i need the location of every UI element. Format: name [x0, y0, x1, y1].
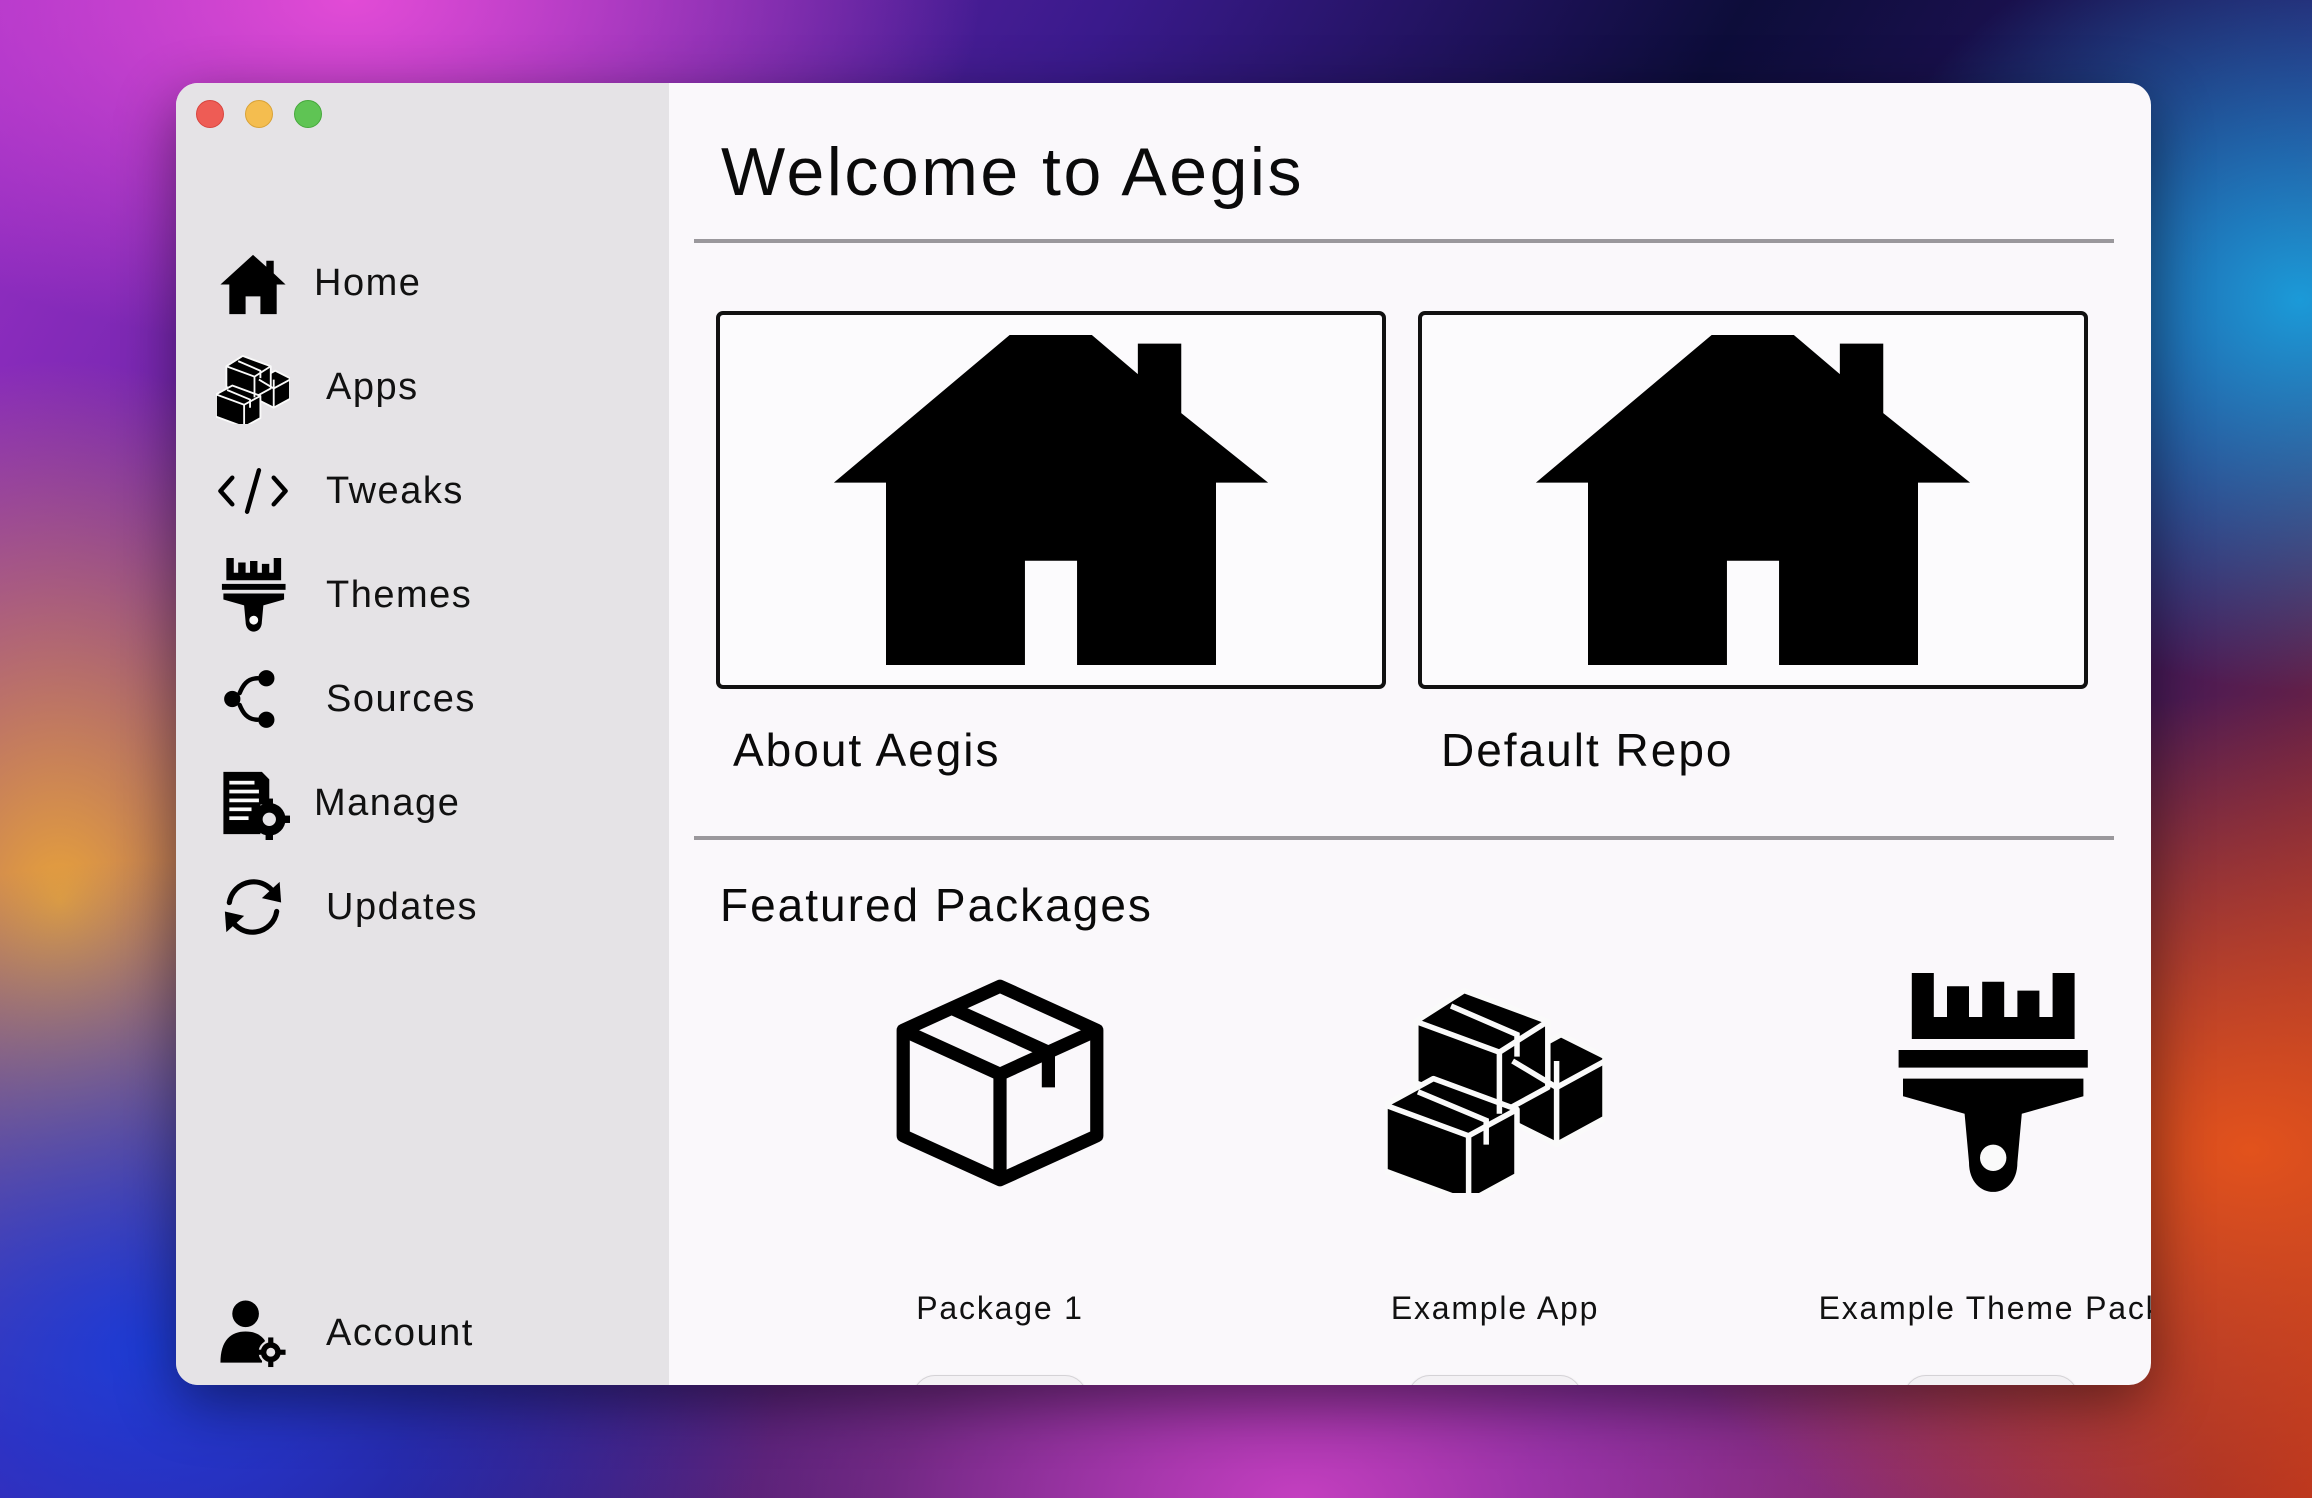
sidebar-item-sources[interactable]: Sources: [212, 659, 642, 739]
boxes-icon: [1385, 973, 1605, 1193]
user-gear-icon: [212, 1293, 294, 1373]
app-window: Home Apps Tweaks Themes Sources Manage U…: [176, 83, 2151, 1385]
zoom-window-button[interactable]: [294, 100, 322, 128]
package-name: Example Theme Pack: [1818, 1290, 2151, 1326]
paintbrush-icon: [1881, 973, 2101, 1193]
house-icon: [831, 335, 1271, 665]
page-title: Welcome to Aegis: [721, 134, 1305, 210]
get-button[interactable]: Get: [913, 1375, 1087, 1385]
get-button[interactable]: Get: [1408, 1375, 1582, 1385]
get-button[interactable]: Get: [1904, 1375, 2078, 1385]
box-icon: [890, 973, 1110, 1193]
paintbrush-icon: [212, 555, 294, 635]
featured-packages-title: Featured Packages: [720, 879, 1153, 931]
boxes-icon: [212, 347, 294, 427]
sidebar-item-label: Home: [314, 261, 422, 304]
package-name: Example App: [1390, 1290, 1600, 1326]
sidebar-item-account[interactable]: Account: [212, 1293, 642, 1373]
share-nodes-icon: [212, 659, 294, 739]
sidebar-item-label: Tweaks: [326, 469, 464, 512]
featured-package-card: Example Theme Pack Get: [1771, 973, 2151, 1385]
sidebar-item-label: Account: [326, 1311, 474, 1354]
sidebar-item-tweaks[interactable]: Tweaks: [212, 451, 642, 531]
minimize-window-button[interactable]: [245, 100, 273, 128]
featured-package-card: Package 1 Get: [780, 973, 1220, 1385]
main-content: Welcome to Aegis About Aegis Default Rep…: [669, 83, 2151, 1385]
house-icon: [212, 243, 294, 323]
sidebar-item-label: Manage: [314, 781, 461, 824]
close-window-button[interactable]: [196, 100, 224, 128]
sidebar-item-label: Updates: [326, 885, 479, 928]
refresh-icon: [212, 867, 294, 947]
default-repo-label: Default Repo: [1441, 724, 1734, 776]
section-divider: [694, 836, 2114, 840]
package-name: Package 1: [916, 1290, 1084, 1326]
code-icon: [212, 451, 294, 531]
default-repo-card[interactable]: [1418, 311, 2088, 689]
document-gear-icon: [212, 763, 294, 843]
sidebar-item-label: Sources: [326, 677, 476, 720]
about-aegis-card[interactable]: [716, 311, 1386, 689]
about-aegis-label: About Aegis: [733, 724, 1001, 776]
sidebar-item-apps[interactable]: Apps: [212, 347, 642, 427]
house-icon: [1533, 335, 1973, 665]
title-divider: [694, 239, 2114, 243]
sidebar-item-label: Themes: [326, 573, 473, 616]
sidebar-item-updates[interactable]: Updates: [212, 867, 642, 947]
sidebar-item-themes[interactable]: Themes: [212, 555, 642, 635]
sidebar-item-label: Apps: [326, 365, 419, 408]
sidebar: Home Apps Tweaks Themes Sources Manage U…: [176, 83, 669, 1385]
sidebar-item-home[interactable]: Home: [212, 243, 642, 323]
sidebar-item-manage[interactable]: Manage: [212, 763, 642, 843]
featured-package-card: Example App Get: [1275, 973, 1715, 1385]
